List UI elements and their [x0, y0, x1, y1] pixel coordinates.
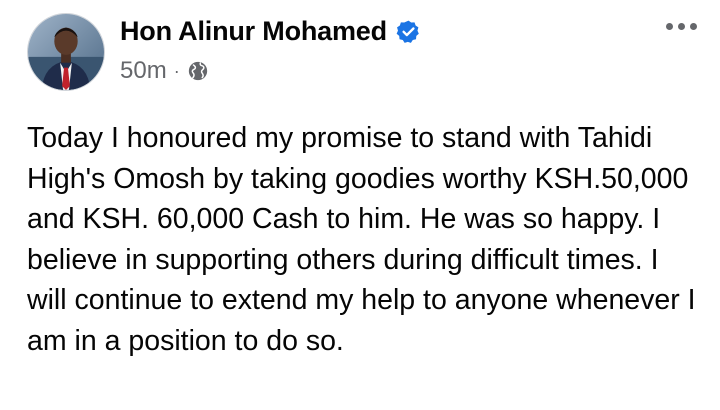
author-name[interactable]: Hon Alinur Mohamed — [120, 16, 387, 47]
post-meta: 50m · — [120, 55, 209, 87]
more-dot — [665, 22, 673, 30]
meta-separator: · — [173, 61, 180, 81]
avatar-image — [28, 14, 104, 90]
more-dot — [689, 22, 697, 30]
globe-icon[interactable] — [187, 60, 209, 82]
author-row: Hon Alinur Mohamed — [120, 12, 421, 50]
post-timestamp[interactable]: 50m — [120, 57, 167, 85]
more-options-icon[interactable] — [660, 14, 702, 38]
more-dot — [677, 22, 685, 30]
author-avatar[interactable] — [27, 13, 105, 91]
verified-badge-icon — [396, 19, 421, 44]
post-body-text: Today I honoured my promise to stand wit… — [27, 122, 696, 357]
